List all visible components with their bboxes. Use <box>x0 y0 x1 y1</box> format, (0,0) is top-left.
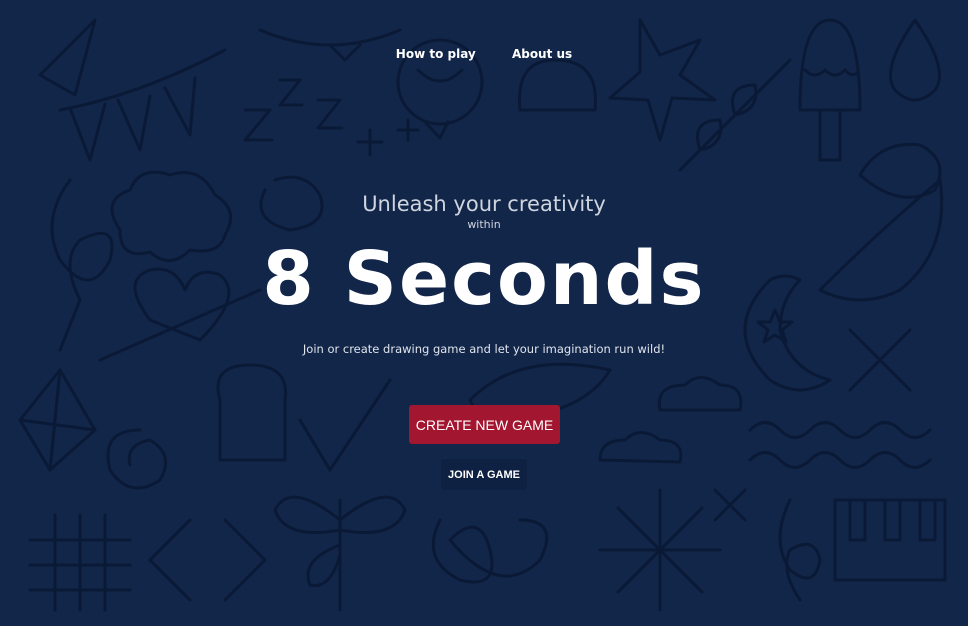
nav-link-about-us[interactable]: About us <box>512 47 572 61</box>
hero-within: within <box>467 218 501 231</box>
hero-title: 8 Seconds <box>262 236 706 322</box>
create-new-game-button[interactable]: CREATE NEW GAME <box>409 405 560 444</box>
hero-section: Unleash your creativity within 8 Seconds… <box>0 190 968 356</box>
hero-tagline: Unleash your creativity <box>362 192 606 216</box>
top-nav: How to play About us <box>0 47 968 61</box>
hero-subtitle: Join or create drawing game and let your… <box>302 342 666 356</box>
join-game-button[interactable]: JOIN A GAME <box>441 459 527 490</box>
nav-link-how-to-play[interactable]: How to play <box>396 47 476 61</box>
